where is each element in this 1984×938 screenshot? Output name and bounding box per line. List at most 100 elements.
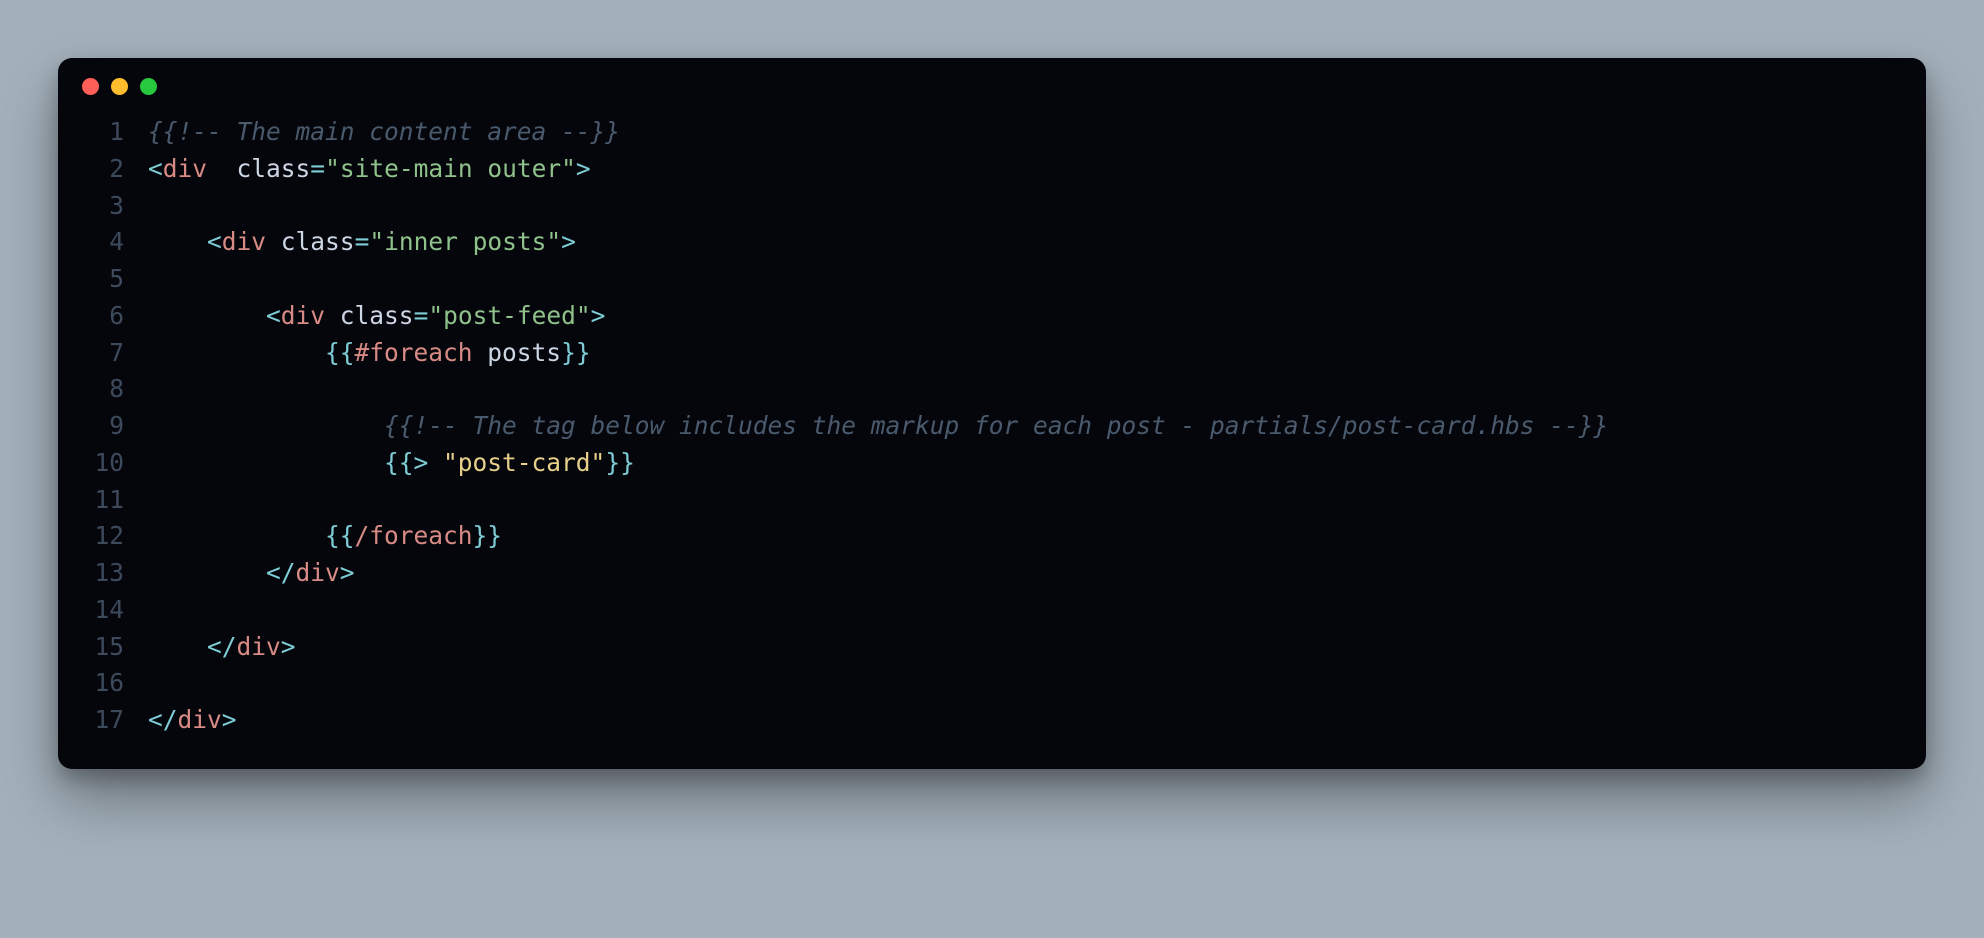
token: </ — [266, 558, 296, 587]
indent — [148, 558, 266, 587]
token: #foreach — [355, 338, 473, 367]
token: = — [310, 154, 325, 183]
line-number: 7 — [80, 335, 124, 372]
token: /foreach — [355, 521, 473, 550]
token: > — [591, 301, 606, 330]
code-line[interactable]: 6 <div class="post-feed"> — [80, 298, 1898, 335]
token: div — [222, 227, 266, 256]
code-line[interactable]: 17</div> — [80, 702, 1898, 739]
token: > — [281, 632, 296, 661]
token: "site-main outer" — [325, 154, 576, 183]
line-content[interactable]: <div class="inner posts"> — [124, 224, 576, 261]
token: class — [325, 301, 414, 330]
token: </ — [207, 632, 237, 661]
token: }} — [605, 448, 635, 477]
code-line[interactable]: 4 <div class="inner posts"> — [80, 224, 1898, 261]
indent — [148, 448, 384, 477]
indent — [148, 521, 325, 550]
token: < — [207, 227, 222, 256]
code-line[interactable]: 1 {{!-- The main content area --}} — [80, 114, 1898, 151]
token: {{!-- The main content area --}} — [148, 117, 620, 146]
line-content[interactable]: </div> — [124, 702, 237, 739]
line-content[interactable]: </div> — [124, 555, 355, 592]
token: {{ — [384, 448, 414, 477]
line-number: 8 — [80, 371, 124, 408]
line-content[interactable]: <div class="post-feed"> — [124, 298, 605, 335]
line-number: 3 — [80, 188, 124, 225]
line-content[interactable]: {{!-- The main content area --}} — [124, 114, 620, 151]
token: }} — [473, 521, 503, 550]
token: > — [576, 154, 591, 183]
token: }} — [561, 338, 591, 367]
code-editor[interactable]: 1{{!-- The main content area --}}2<div c… — [58, 114, 1926, 747]
titlebar — [58, 58, 1926, 114]
token: div — [296, 558, 340, 587]
code-line[interactable]: 14 — [80, 592, 1898, 629]
token: div — [237, 632, 281, 661]
token: {{ — [325, 338, 355, 367]
code-window: 1{{!-- The main content area --}}2<div c… — [58, 58, 1926, 769]
app-stage: 1{{!-- The main content area --}}2<div c… — [0, 0, 1984, 938]
token: {{ — [325, 521, 355, 550]
code-line[interactable]: 15 </div> — [80, 629, 1898, 666]
token: div — [178, 705, 222, 734]
minimize-icon[interactable] — [111, 78, 128, 95]
token: < — [266, 301, 281, 330]
line-content[interactable]: <div class="site-main outer"> — [124, 151, 591, 188]
indent — [148, 301, 266, 330]
zoom-icon[interactable] — [140, 78, 157, 95]
indent — [148, 338, 325, 367]
token: > — [561, 227, 576, 256]
indent — [148, 227, 207, 256]
line-number: 14 — [80, 592, 124, 629]
close-icon[interactable] — [82, 78, 99, 95]
line-number: 13 — [80, 555, 124, 592]
line-number: 5 — [80, 261, 124, 298]
token: div — [163, 154, 207, 183]
code-line[interactable]: 11 — [80, 482, 1898, 519]
indent — [148, 411, 384, 440]
token: "inner posts" — [369, 227, 561, 256]
token: posts — [473, 338, 562, 367]
line-content[interactable]: {{/foreach}} — [124, 518, 502, 555]
code-line[interactable]: 5 — [80, 261, 1898, 298]
line-number: 2 — [80, 151, 124, 188]
line-number: 11 — [80, 482, 124, 519]
token: = — [414, 301, 429, 330]
token: div — [281, 301, 325, 330]
code-line[interactable]: 3 — [80, 188, 1898, 225]
line-content[interactable]: {{> "post-card"}} — [124, 445, 635, 482]
token: > — [222, 705, 237, 734]
token: "post-card" — [443, 448, 605, 477]
line-number: 1 — [80, 114, 124, 151]
line-number: 10 — [80, 445, 124, 482]
token: class — [207, 154, 310, 183]
code-line[interactable]: 7 {{#foreach posts}} — [80, 335, 1898, 372]
line-number: 6 — [80, 298, 124, 335]
line-number: 12 — [80, 518, 124, 555]
line-number: 15 — [80, 629, 124, 666]
code-line[interactable]: 2<div class="site-main outer"> — [80, 151, 1898, 188]
line-number: 16 — [80, 665, 124, 702]
line-number: 9 — [80, 408, 124, 445]
token: </ — [148, 705, 178, 734]
token: > — [414, 448, 444, 477]
token: class — [266, 227, 355, 256]
line-number: 17 — [80, 702, 124, 739]
code-line[interactable]: 8 — [80, 371, 1898, 408]
indent — [148, 632, 207, 661]
line-content[interactable]: {{#foreach posts}} — [124, 335, 591, 372]
code-line[interactable]: 9 {{!-- The tag below includes the marku… — [80, 408, 1898, 445]
token: "post-feed" — [428, 301, 590, 330]
code-line[interactable]: 10 {{> "post-card"}} — [80, 445, 1898, 482]
token: > — [340, 558, 355, 587]
code-line[interactable]: 13 </div> — [80, 555, 1898, 592]
token: < — [148, 154, 163, 183]
token: {{!-- The tag below includes the markup … — [384, 411, 1608, 440]
line-number: 4 — [80, 224, 124, 261]
line-content[interactable]: </div> — [124, 629, 296, 666]
code-line[interactable]: 12 {{/foreach}} — [80, 518, 1898, 555]
token: = — [355, 227, 370, 256]
code-line[interactable]: 16 — [80, 665, 1898, 702]
line-content[interactable]: {{!-- The tag below includes the markup … — [124, 408, 1608, 445]
